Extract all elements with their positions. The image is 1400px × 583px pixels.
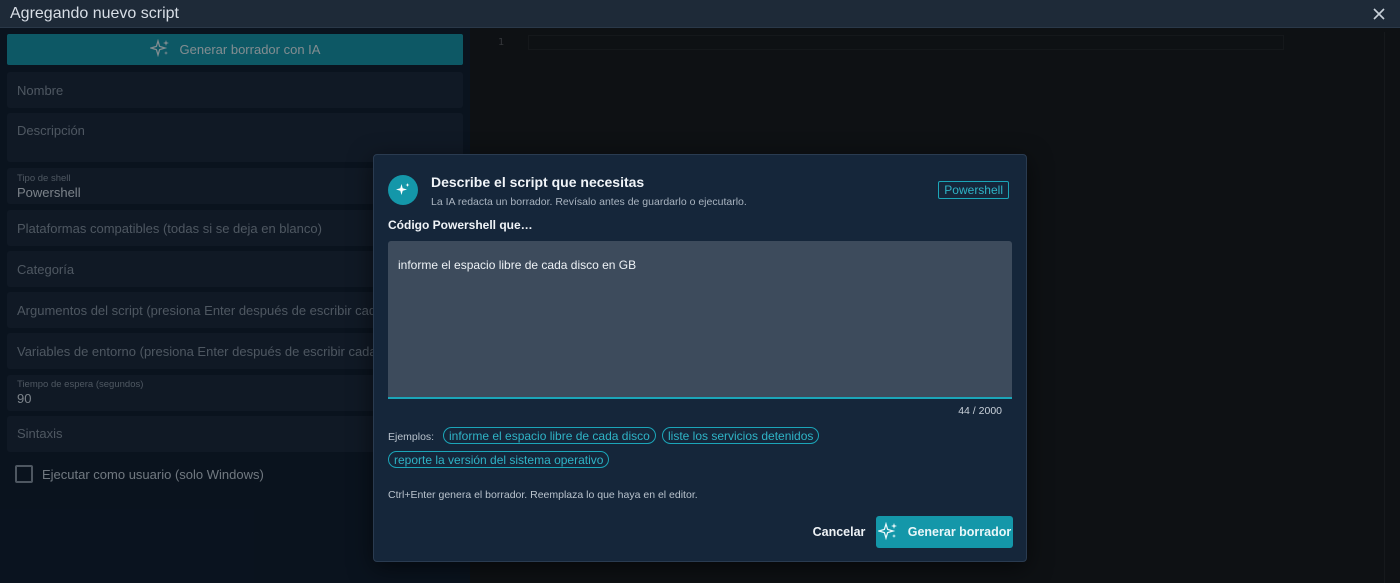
prompt-text: informe el espacio libre de cada disco e… [398,258,637,272]
examples-label: Ejemplos: [388,431,435,443]
window-title: Agregando nuevo script [10,4,179,22]
generate-draft-label: Generar borrador [907,525,1012,539]
sparkles-icon [876,521,898,543]
sparkles-icon [388,175,418,205]
window-titlebar: Agregando nuevo script [0,0,1400,28]
generate-draft-button[interactable]: Generar borrador [876,516,1013,548]
cancel-button[interactable]: Cancelar [810,517,868,547]
dialog-subtitle: La IA redacta un borrador. Revísalo ante… [431,196,747,208]
close-icon[interactable] [1368,3,1390,25]
example-chip[interactable]: informe el espacio libre de cada disco [443,427,656,444]
keyboard-hint: Ctrl+Enter genera el borrador. Reemplaza… [388,489,698,501]
prompt-textarea[interactable]: informe el espacio libre de cada disco e… [388,241,1012,399]
ai-draft-dialog: Describe el script que necesitas La IA r… [373,154,1027,562]
example-chip[interactable]: liste los servicios detenidos [662,427,820,444]
shell-chip: Powershell [938,181,1009,199]
prompt-label: Código Powershell que… [388,218,533,232]
example-chip[interactable]: reporte la versión del sistema operativo [388,451,610,468]
character-counter: 44 / 2000 [958,405,1002,417]
dialog-title: Describe el script que necesitas [431,174,645,190]
